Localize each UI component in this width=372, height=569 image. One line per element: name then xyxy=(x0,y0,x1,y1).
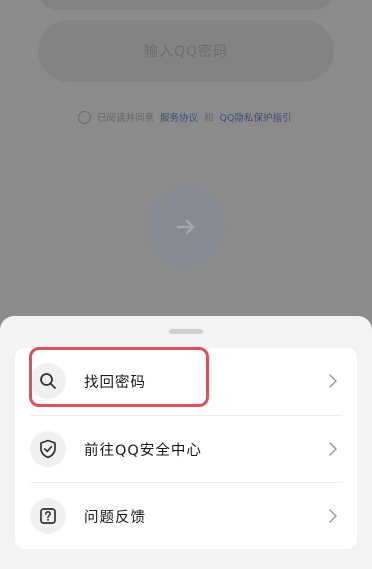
account-input[interactable] xyxy=(38,0,334,10)
agree-radio[interactable] xyxy=(78,110,91,124)
security-center-label: 前往QQ安全中心 xyxy=(84,442,202,459)
shield-check-icon xyxy=(30,431,66,467)
agree-and: 和 xyxy=(204,113,214,124)
login-arrow-button[interactable] xyxy=(147,188,225,266)
chevron-right-icon xyxy=(325,441,341,457)
password-input[interactable]: 输入QQ密码 xyxy=(38,20,334,82)
agree-prefix: 已阅读并同意 xyxy=(97,113,155,124)
chevron-right-icon xyxy=(325,508,341,524)
agreement-row: 已阅读并同意 服务协议和 QQ隐私保护指引 xyxy=(78,108,292,126)
feedback-item[interactable]: 问题反馈 xyxy=(15,483,357,549)
password-placeholder: 输入QQ密码 xyxy=(143,44,229,60)
security-center-item[interactable]: 前往QQ安全中心 xyxy=(15,416,357,482)
privacy-link[interactable]: QQ隐私保护指引 xyxy=(220,110,292,124)
arrow-right-icon xyxy=(176,219,195,235)
sheet-handle[interactable] xyxy=(169,329,203,334)
terms-link[interactable]: 服务协议 xyxy=(160,110,198,124)
highlight-annotation xyxy=(29,347,209,407)
feedback-label: 问题反馈 xyxy=(84,509,146,526)
question-icon xyxy=(30,498,66,534)
chevron-right-icon xyxy=(325,373,341,389)
